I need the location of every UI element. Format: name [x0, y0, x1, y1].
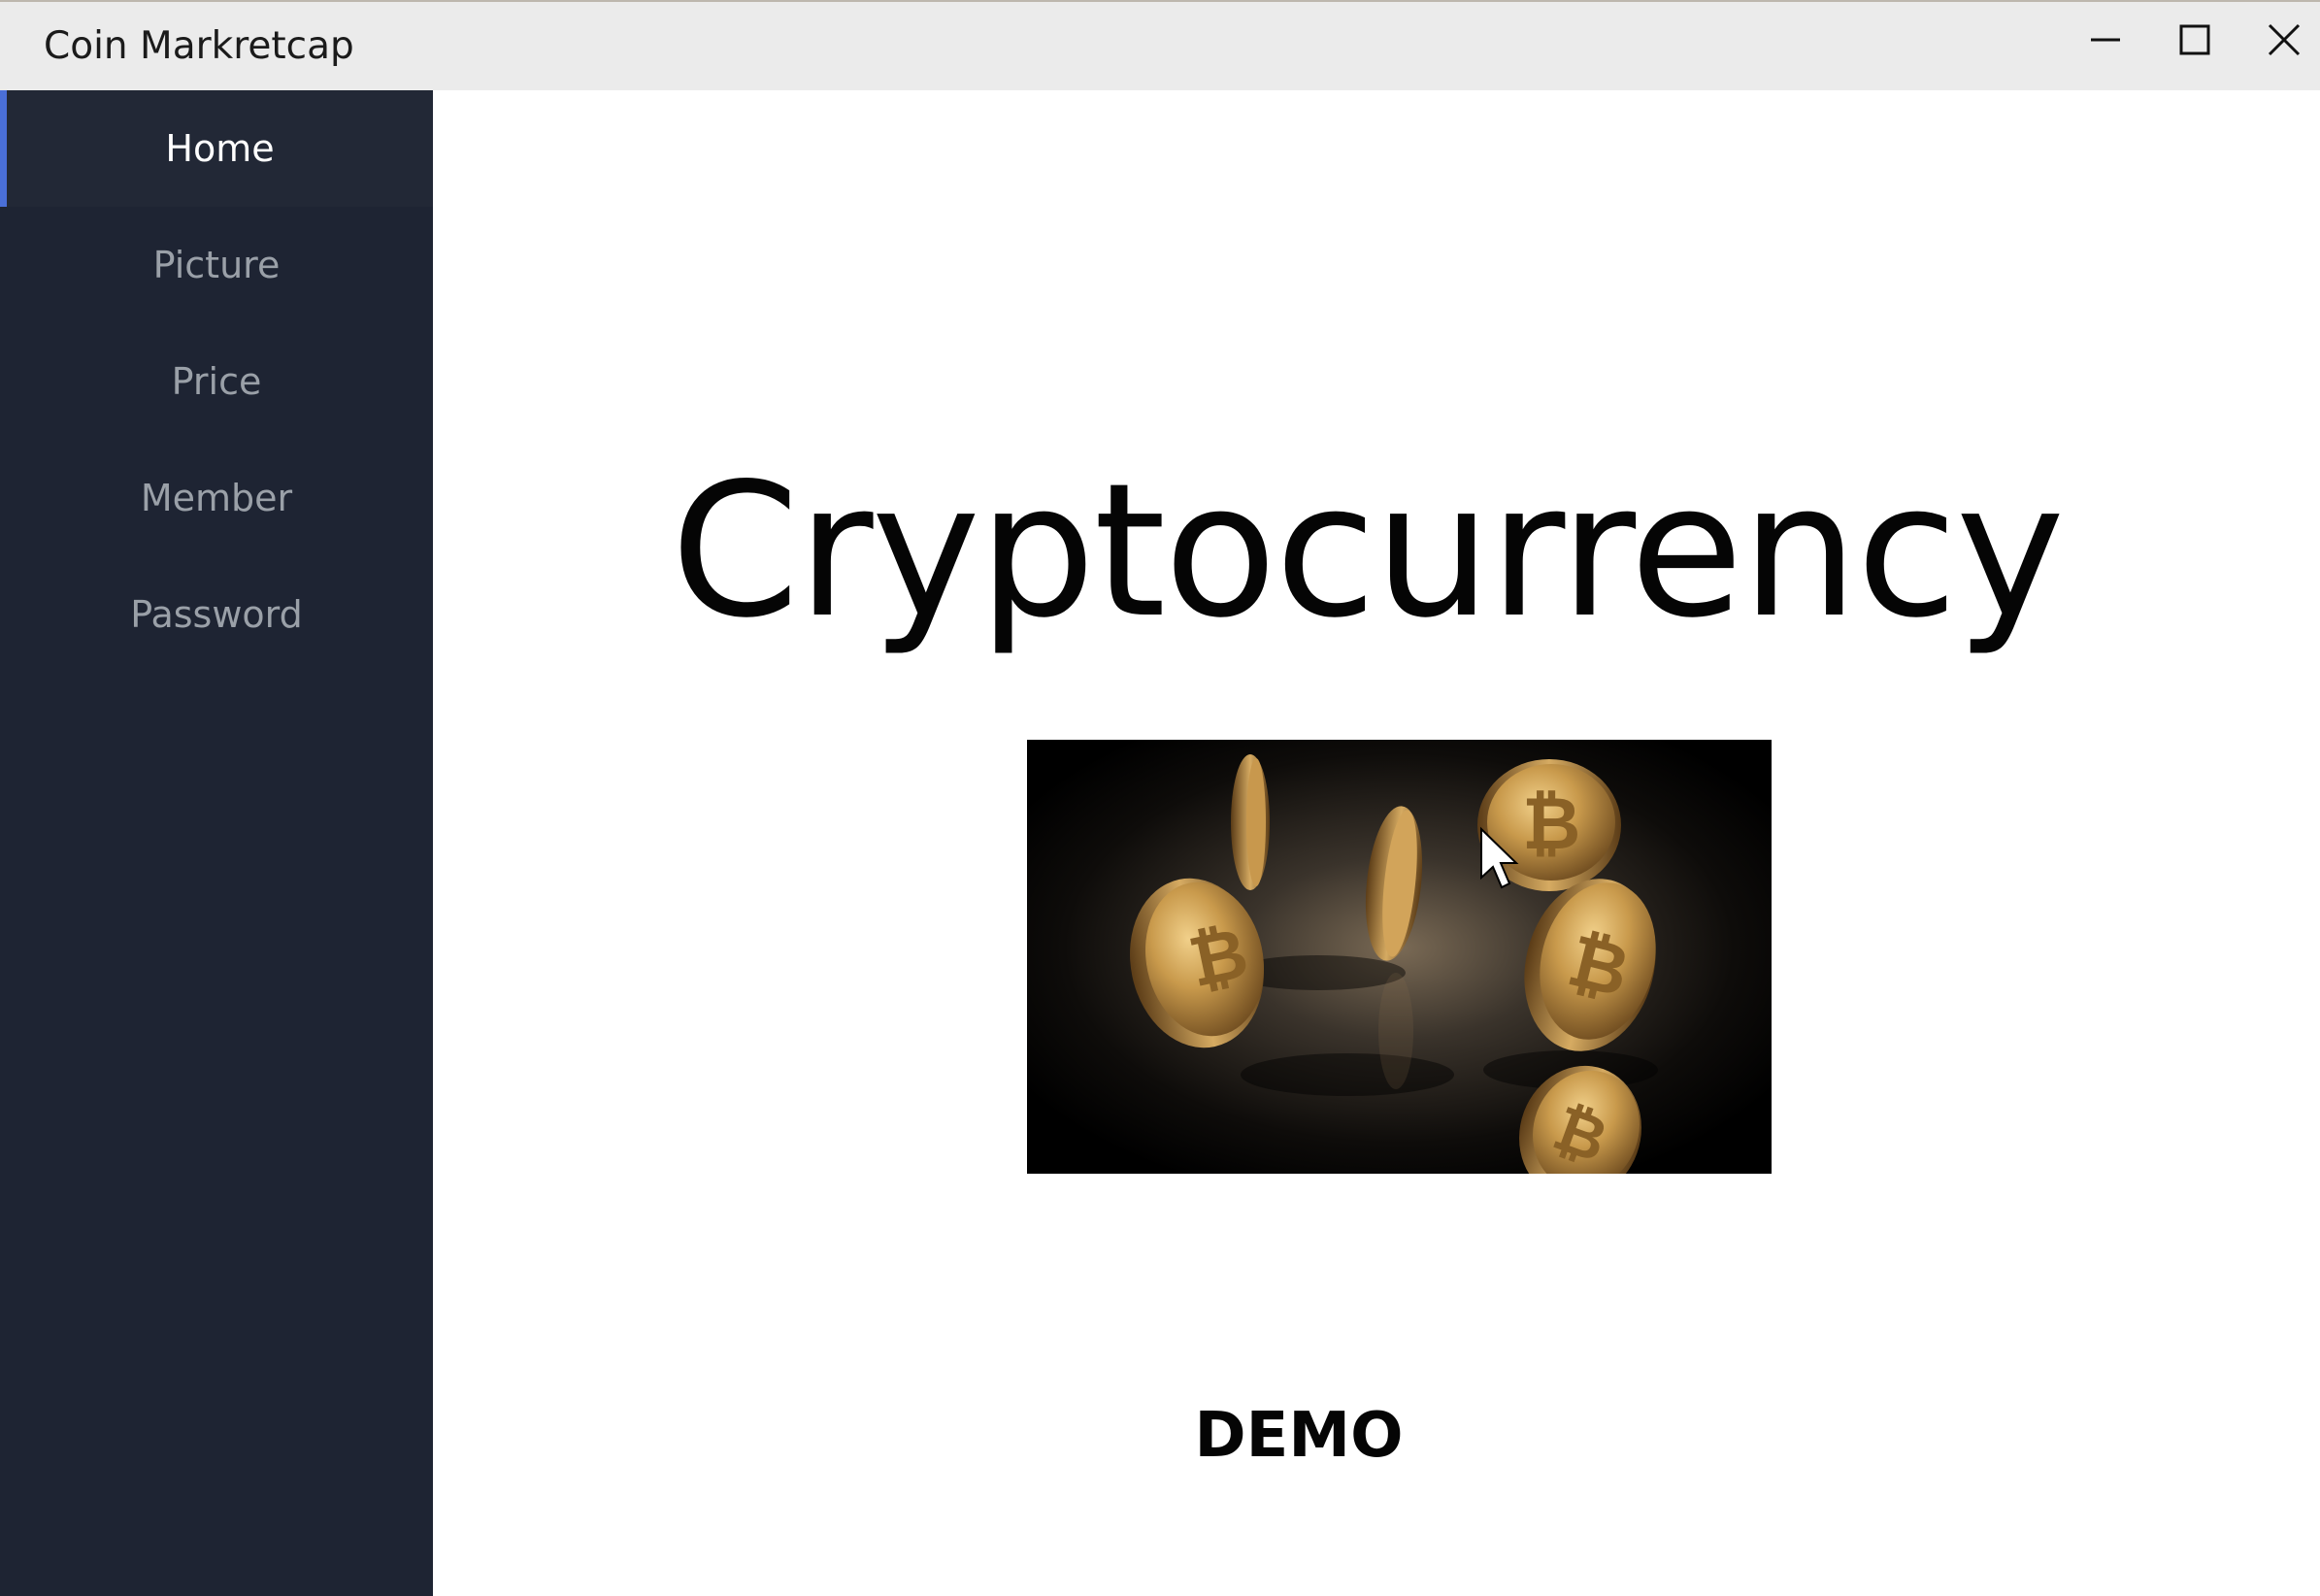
sidebar-item-password[interactable]: Password: [0, 556, 433, 673]
sidebar-item-picture[interactable]: Picture: [0, 207, 433, 323]
sidebar-item-label: Picture: [152, 244, 281, 286]
window-title: Coin Markretcap: [44, 24, 354, 68]
sidebar-item-label: Home: [165, 127, 275, 170]
bitcoin-coins-illustration: ₿ ₿ ₿ ₿: [1027, 740, 1772, 1174]
close-button[interactable]: [2240, 6, 2320, 74]
coin-edge-top-left: [1231, 754, 1270, 890]
minimize-button[interactable]: [2062, 6, 2149, 74]
sidebar: Home Picture Price Member Password: [0, 90, 433, 1596]
sidebar-item-label: Price: [171, 360, 262, 403]
demo-label: DEMO: [1194, 1400, 1404, 1472]
minimize-icon: [2091, 38, 2120, 42]
bitcoin-coins-image: ₿ ₿ ₿ ₿: [1027, 740, 1772, 1174]
svg-text:₿: ₿: [1522, 782, 1580, 866]
title-bar[interactable]: Coin Markretcap: [0, 0, 2320, 90]
close-icon: [2268, 23, 2301, 56]
sidebar-item-home[interactable]: Home: [0, 90, 433, 207]
sidebar-item-label: Password: [130, 593, 303, 636]
app-window: Coin Markretcap Home Picture Price Membe…: [0, 0, 2320, 1596]
sidebar-item-price[interactable]: Price: [0, 323, 433, 440]
sidebar-item-label: Member: [140, 477, 293, 519]
page-headline: Cryptocurrency: [670, 444, 2065, 658]
sidebar-item-member[interactable]: Member: [0, 440, 433, 556]
maximize-button[interactable]: [2151, 6, 2238, 74]
main-content: Cryptocurrency ₿ ₿ ₿ ₿ DEMO: [433, 90, 2320, 1596]
maximize-icon: [2179, 24, 2210, 55]
